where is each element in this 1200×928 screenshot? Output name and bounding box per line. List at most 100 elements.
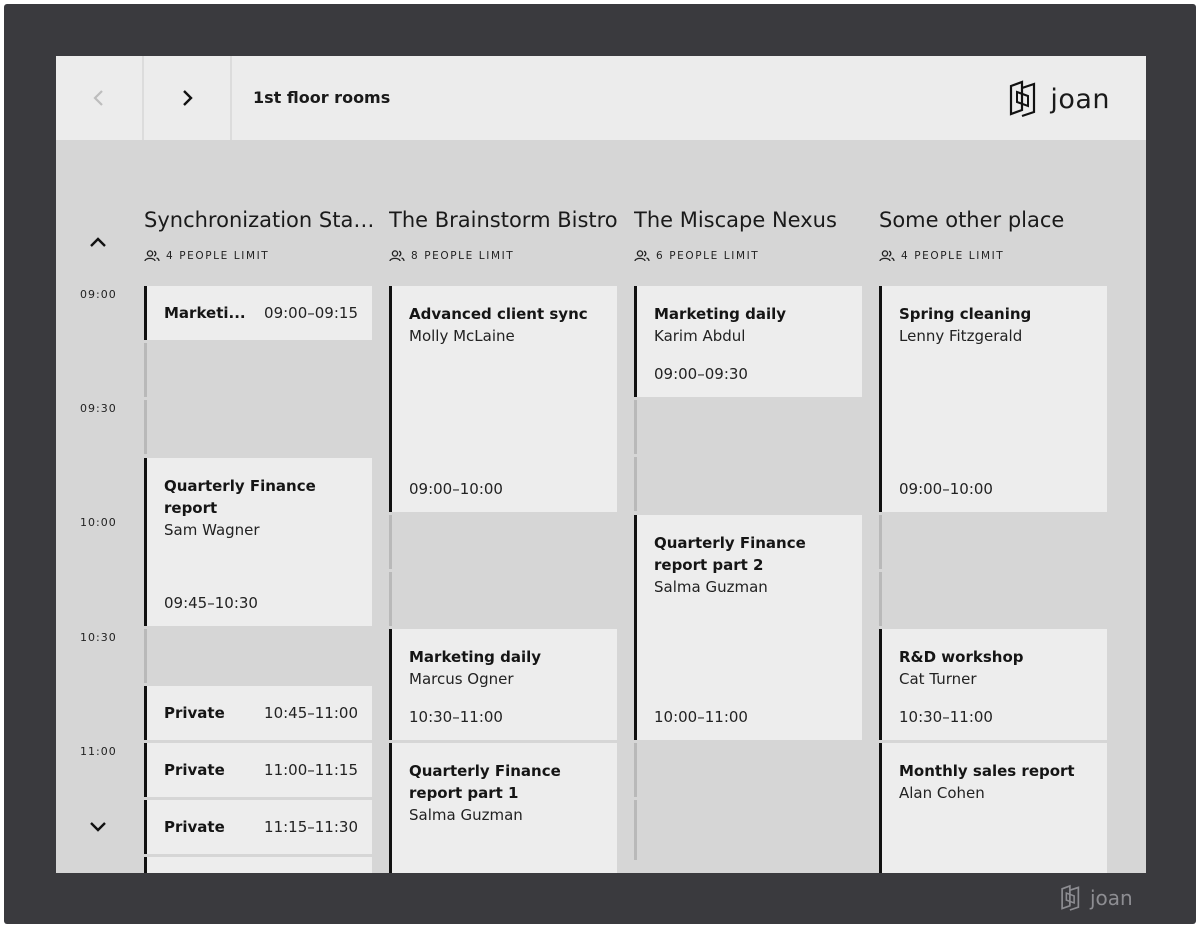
event-organizer: Karim Abdul xyxy=(654,327,746,345)
event-title: Private xyxy=(164,761,225,779)
previous-button[interactable] xyxy=(56,56,144,140)
event-title: Spring cleaning xyxy=(899,305,1032,323)
event-title: Marketing daily xyxy=(654,305,787,323)
next-button[interactable] xyxy=(144,56,232,140)
empty-slot[interactable] xyxy=(144,629,372,683)
event-title: Quarterly Finance report part 1 xyxy=(409,762,561,802)
event-card[interactable]: Marketing daily Karim Abdul 09:00–09:30 xyxy=(634,286,862,397)
people-icon xyxy=(389,250,405,262)
room-name[interactable]: The Miscape Nexus xyxy=(634,208,866,232)
empty-slot[interactable] xyxy=(389,572,617,626)
event-time: 10:30–11:00 xyxy=(899,708,993,726)
room-column-synchronization: Synchronization Stat... 4 PEOPLE LIMIT M… xyxy=(144,140,376,873)
room-name[interactable]: Synchronization Stat... xyxy=(144,208,376,232)
room-column-brainstorm-bistro: The Brainstorm Bistro 8 PEOPLE LIMIT Adv… xyxy=(389,140,621,873)
event-time: 11:00–11:15 xyxy=(264,761,358,779)
brand-name: joan xyxy=(1050,83,1110,115)
capacity-label: 8 PEOPLE LIMIT xyxy=(411,250,515,262)
event-organizer: Salma Guzman xyxy=(654,578,768,596)
empty-slot[interactable] xyxy=(144,343,372,397)
event-card[interactable]: Quarterly Finance report Sam Wagner 09:4… xyxy=(144,458,372,626)
empty-slot[interactable] xyxy=(389,515,617,569)
people-icon xyxy=(634,250,650,262)
event-time: 10:30–11:00 xyxy=(409,708,503,726)
event-title: Quarterly Finance report xyxy=(164,477,316,517)
time-label: 11:00 xyxy=(80,745,117,758)
scroll-up-button[interactable] xyxy=(86,230,110,254)
empty-slot[interactable] xyxy=(879,572,1107,626)
people-icon xyxy=(144,250,160,262)
event-organizer: Molly McLaine xyxy=(409,327,515,345)
event-card[interactable] xyxy=(144,857,372,873)
event-card[interactable]: Quarterly Finance report part 2 Salma Gu… xyxy=(634,515,862,740)
event-card[interactable]: Quarterly Finance report part 1 Salma Gu… xyxy=(389,743,617,873)
empty-slot[interactable] xyxy=(634,457,862,511)
time-sidebar: 09:00 09:30 10:00 10:30 11:00 xyxy=(56,140,142,873)
capacity-label: 4 PEOPLE LIMIT xyxy=(901,250,1005,262)
event-time: 11:15–11:30 xyxy=(264,818,358,836)
time-label: 10:00 xyxy=(80,516,117,529)
event-organizer: Alan Cohen xyxy=(899,784,985,802)
chevron-left-icon xyxy=(93,90,103,106)
footer-brand-name: joan xyxy=(1090,886,1133,910)
event-card[interactable]: R&D workshop Cat Turner 10:30–11:00 xyxy=(879,629,1107,740)
event-title: Marketi... xyxy=(164,304,246,322)
event-organizer: Sam Wagner xyxy=(164,521,260,539)
empty-slot[interactable] xyxy=(879,515,1107,569)
top-bar: 1st floor rooms joan xyxy=(56,56,1146,140)
empty-slot[interactable] xyxy=(634,743,862,797)
event-time: 09:45–10:30 xyxy=(164,594,258,612)
event-card[interactable]: Spring cleaning Lenny Fitzgerald 09:00–1… xyxy=(879,286,1107,512)
time-label: 10:30 xyxy=(80,631,117,644)
event-title: Private xyxy=(164,704,225,722)
event-card[interactable]: Private 11:15–11:30 xyxy=(144,800,372,854)
event-time: 09:00–09:30 xyxy=(654,365,748,383)
room-name[interactable]: The Brainstorm Bistro xyxy=(389,208,621,232)
event-title: R&D workshop xyxy=(899,648,1024,666)
empty-slot[interactable] xyxy=(634,800,862,860)
scroll-down-button[interactable] xyxy=(86,815,110,839)
event-card[interactable]: Marketing daily Marcus Ogner 10:30–11:00 xyxy=(389,629,617,740)
room-schedule: Advanced client sync Molly McLaine 09:00… xyxy=(389,286,621,873)
event-title: Advanced client sync xyxy=(409,305,588,323)
time-label: 09:00 xyxy=(80,288,117,301)
room-capacity: 4 PEOPLE LIMIT xyxy=(879,250,1004,262)
event-title: Private xyxy=(164,818,225,836)
chevron-up-icon xyxy=(90,237,106,247)
event-card[interactable]: Advanced client sync Molly McLaine 09:00… xyxy=(389,286,617,512)
room-schedule: Marketi... 09:00–09:15 Quarterly Finance… xyxy=(144,286,376,873)
capacity-label: 4 PEOPLE LIMIT xyxy=(166,250,270,262)
event-organizer: Cat Turner xyxy=(899,670,977,688)
event-time: 10:45–11:00 xyxy=(264,704,358,722)
event-card[interactable]: Private 11:00–11:15 xyxy=(144,743,372,797)
screen: 1st floor rooms joan 09:00 09:30 10:00 1… xyxy=(56,56,1146,873)
room-capacity: 6 PEOPLE LIMIT xyxy=(634,250,759,262)
empty-slot[interactable] xyxy=(144,400,372,454)
event-card[interactable]: Private 10:45–11:00 xyxy=(144,686,372,740)
room-column-some-other-place: Some other place 4 PEOPLE LIMIT Spring c… xyxy=(879,140,1111,873)
people-icon xyxy=(879,250,895,262)
room-name[interactable]: Some other place xyxy=(879,208,1111,232)
room-capacity: 8 PEOPLE LIMIT xyxy=(389,250,514,262)
joan-logo-icon xyxy=(1010,80,1036,118)
event-card[interactable]: Marketi... 09:00–09:15 xyxy=(144,286,372,340)
room-schedule: Spring cleaning Lenny Fitzgerald 09:00–1… xyxy=(879,286,1111,873)
event-organizer: Lenny Fitzgerald xyxy=(899,327,1023,345)
event-card[interactable]: Monthly sales report Alan Cohen xyxy=(879,743,1107,873)
page-title: 1st floor rooms xyxy=(253,88,391,107)
room-schedule: Marketing daily Karim Abdul 09:00–09:30 … xyxy=(634,286,866,873)
time-label: 09:30 xyxy=(80,402,117,415)
capacity-label: 6 PEOPLE LIMIT xyxy=(656,250,760,262)
chevron-right-icon xyxy=(183,90,193,106)
event-title: Marketing daily xyxy=(409,648,542,666)
event-title: Quarterly Finance report part 2 xyxy=(654,534,806,574)
event-time: 09:00–09:15 xyxy=(264,304,358,322)
room-capacity: 4 PEOPLE LIMIT xyxy=(144,250,269,262)
chevron-down-icon xyxy=(90,822,106,832)
event-time: 09:00–10:00 xyxy=(899,480,993,498)
event-time: 09:00–10:00 xyxy=(409,480,503,498)
footer-brand-logo: joan xyxy=(1060,884,1133,912)
room-column-miscape-nexus: The Miscape Nexus 6 PEOPLE LIMIT Marketi… xyxy=(634,140,866,873)
empty-slot[interactable] xyxy=(634,400,862,454)
joan-logo-icon xyxy=(1061,884,1080,911)
